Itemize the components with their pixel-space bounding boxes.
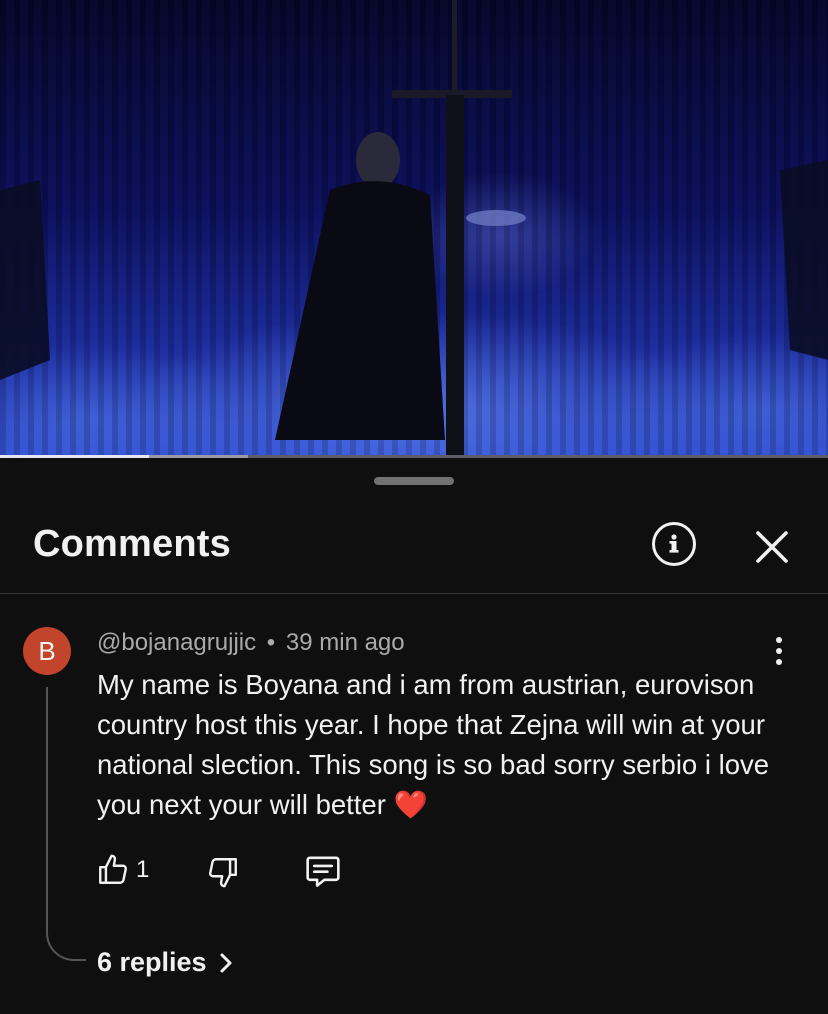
replies-label: 6 replies bbox=[97, 947, 207, 977]
like-count: 1 bbox=[136, 856, 150, 883]
video-played-fill bbox=[0, 455, 150, 458]
thumbs-up-icon bbox=[99, 854, 127, 884]
comments-sheet: Comments B @bojanagrujjic • 39 min ago M… bbox=[0, 461, 828, 1014]
comment-body: My name is Boyana and i am from austrian… bbox=[97, 665, 797, 825]
comment-author[interactable]: @bojanagrujjic bbox=[97, 629, 256, 656]
header-divider bbox=[0, 593, 828, 594]
heart-emoji: ❤️ bbox=[393, 789, 428, 820]
kebab-dot bbox=[776, 637, 782, 643]
comment-text: My name is Boyana and i am from austrian… bbox=[97, 669, 770, 820]
drag-handle[interactable] bbox=[374, 477, 454, 485]
reply-button[interactable] bbox=[304, 853, 342, 889]
close-icon bbox=[756, 531, 788, 563]
sheet-title: Comments bbox=[33, 523, 231, 565]
info-button[interactable] bbox=[652, 522, 696, 566]
close-button[interactable] bbox=[746, 521, 798, 573]
video-scene bbox=[0, 0, 828, 458]
video-buffer-fill bbox=[149, 455, 249, 458]
video-player[interactable] bbox=[0, 0, 828, 458]
info-circle-icon bbox=[669, 534, 679, 553]
reply-comment-icon bbox=[306, 856, 340, 887]
comment-time: 39 min ago bbox=[285, 629, 405, 656]
chevron-right-icon bbox=[220, 953, 232, 972]
kebab-dot bbox=[776, 648, 782, 654]
comment-meta: @bojanagrujjic • 39 min ago bbox=[97, 629, 405, 657]
like-button[interactable]: 1 bbox=[96, 853, 149, 887]
more-options-button[interactable] bbox=[766, 635, 792, 667]
thumbs-down-icon bbox=[209, 858, 237, 888]
meta-separator: • bbox=[266, 629, 276, 656]
avatar[interactable]: B bbox=[23, 627, 71, 675]
thread-line bbox=[46, 687, 86, 961]
video-progress-bar[interactable] bbox=[0, 455, 828, 458]
view-replies-button[interactable]: 6 replies bbox=[97, 947, 233, 978]
avatar-letter: B bbox=[38, 635, 56, 666]
dislike-button[interactable] bbox=[206, 855, 240, 889]
